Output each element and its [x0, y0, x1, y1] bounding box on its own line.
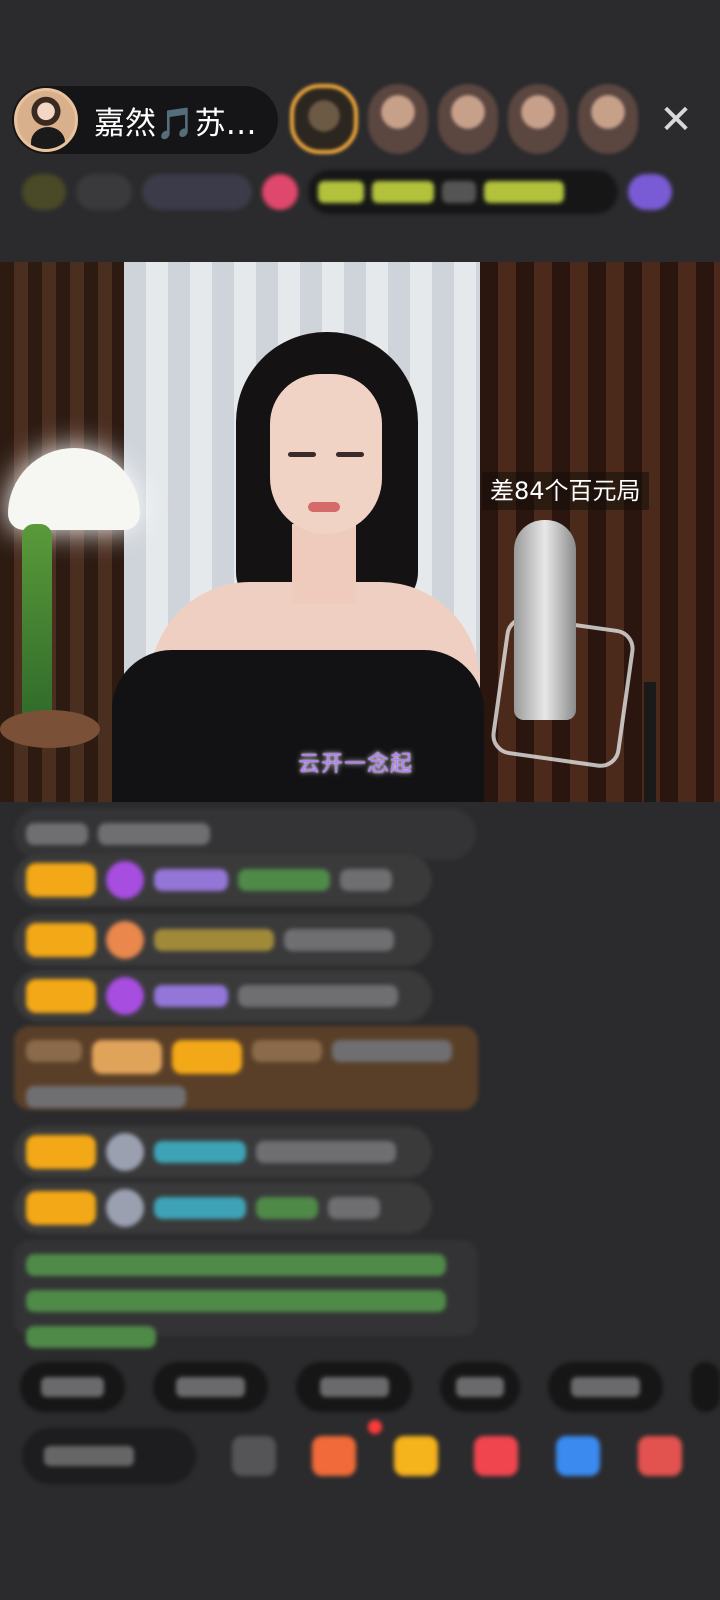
notice-text — [26, 1326, 156, 1348]
task-segment — [318, 181, 364, 203]
chat-username[interactable] — [154, 869, 228, 891]
chat-message — [14, 854, 432, 906]
chat-text — [238, 985, 398, 1007]
chat-message — [14, 808, 476, 860]
plant — [22, 524, 52, 724]
side-table — [0, 710, 100, 748]
chat-username[interactable] — [154, 1197, 246, 1219]
task-segment — [372, 181, 434, 203]
chat-text — [340, 869, 392, 891]
rank-chip[interactable] — [22, 174, 66, 210]
lyric-text: 云开一念起 — [298, 752, 414, 777]
goal-badge[interactable]: 差84个百元局 — [482, 472, 649, 510]
singer-top — [112, 650, 484, 802]
comment-input[interactable] — [22, 1428, 196, 1484]
chat-message — [14, 1182, 432, 1234]
chat-text — [26, 1086, 186, 1108]
gift-icon[interactable] — [638, 1436, 682, 1476]
level-badge — [26, 923, 96, 957]
singer-eye — [336, 452, 364, 457]
chat-text — [256, 1197, 318, 1219]
stat-chip[interactable] — [142, 174, 252, 210]
viewer-avatar[interactable] — [578, 84, 638, 154]
system-notice — [14, 1240, 478, 1348]
level-badge — [26, 979, 96, 1013]
gem-icon — [106, 977, 144, 1015]
chat-text — [328, 1197, 380, 1219]
viewer-avatar[interactable] — [508, 84, 568, 154]
microphone — [514, 520, 576, 720]
chat-username[interactable] — [154, 1141, 246, 1163]
quick-reply-label — [176, 1377, 246, 1397]
emoji-icon[interactable] — [232, 1436, 276, 1476]
chat-text — [26, 823, 88, 845]
quick-reply-pill[interactable] — [690, 1362, 720, 1412]
level-badge — [26, 1191, 96, 1225]
quick-reply-bar — [20, 1362, 720, 1412]
chat-text — [332, 1040, 452, 1062]
game-icon[interactable] — [474, 1436, 518, 1476]
host-info-pill[interactable]: 嘉然🎵苏… — [12, 86, 278, 154]
notice-text — [26, 1290, 446, 1312]
gift-box-icon[interactable] — [312, 1436, 356, 1476]
quick-reply-label — [319, 1377, 389, 1397]
quick-reply-label — [570, 1377, 640, 1397]
gem-icon — [106, 921, 144, 959]
level-badge — [92, 1040, 162, 1074]
singer-neck — [292, 524, 356, 604]
level-badge — [26, 863, 96, 897]
mic-stand — [644, 682, 656, 802]
bottom-toolbar — [22, 1420, 720, 1484]
gem-icon — [106, 1189, 144, 1227]
chat-username[interactable] — [154, 985, 228, 1007]
red-packet-icon[interactable] — [394, 1436, 438, 1476]
singer-eye — [288, 452, 316, 457]
chat-text — [284, 929, 394, 951]
task-segment — [442, 181, 476, 203]
level-badge — [26, 1135, 96, 1169]
quick-reply-pill[interactable] — [20, 1362, 126, 1412]
live-video[interactable]: 差84个百元局 云开一念起 — [0, 262, 720, 802]
notice-text — [26, 1254, 446, 1276]
comment-placeholder — [44, 1446, 134, 1466]
chat-text — [238, 869, 330, 891]
chat-text — [26, 1040, 82, 1062]
quick-reply-pill[interactable] — [296, 1362, 412, 1412]
quick-reply-label — [41, 1377, 105, 1397]
host-name: 嘉然🎵苏… — [94, 105, 257, 142]
quick-reply-pill[interactable] — [153, 1362, 269, 1412]
singer-lips — [308, 502, 340, 512]
stat-chip[interactable] — [76, 174, 132, 210]
task-bar[interactable] — [308, 170, 618, 214]
more-chip[interactable] — [628, 174, 672, 210]
task-segment — [484, 181, 564, 203]
chat-message — [14, 914, 432, 966]
chat-text — [98, 823, 210, 845]
close-icon[interactable]: ✕ — [656, 100, 696, 140]
notification-dot — [368, 1420, 382, 1434]
share-icon[interactable] — [556, 1436, 600, 1476]
host-avatar[interactable] — [14, 88, 78, 152]
stream-info-row — [22, 168, 694, 216]
gem-icon — [106, 1133, 144, 1171]
level-badge — [172, 1040, 242, 1074]
gift-chip[interactable] — [262, 174, 298, 210]
top-viewers — [290, 84, 638, 154]
quick-reply-pill[interactable] — [547, 1362, 663, 1412]
chat-message-highlight — [14, 1026, 478, 1110]
quick-reply-pill[interactable] — [439, 1362, 520, 1412]
chat-message — [14, 970, 432, 1022]
quick-reply-label — [455, 1377, 504, 1397]
viewer-avatar[interactable] — [290, 84, 358, 154]
chat-text — [256, 1141, 396, 1163]
chat-username[interactable] — [252, 1040, 322, 1062]
viewer-avatar[interactable] — [368, 84, 428, 154]
viewer-avatar[interactable] — [438, 84, 498, 154]
chat-message — [14, 1126, 432, 1178]
gem-icon — [106, 861, 144, 899]
chat-username[interactable] — [154, 929, 274, 951]
